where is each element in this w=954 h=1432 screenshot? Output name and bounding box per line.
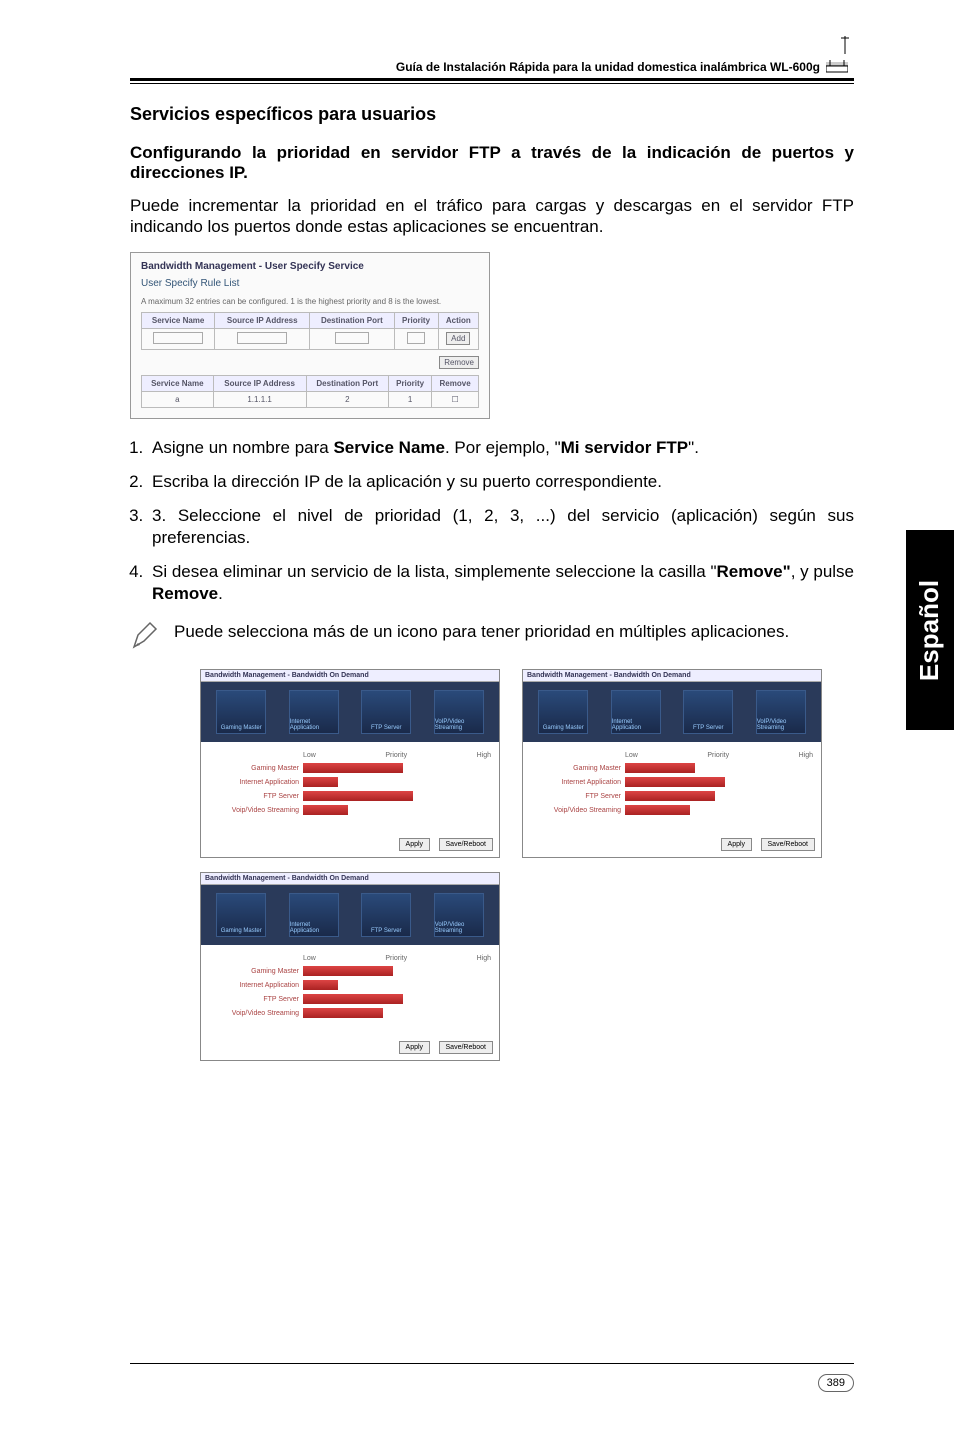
bar-voip bbox=[625, 805, 690, 815]
col2-priority: Priority bbox=[389, 375, 432, 391]
cell-port: 2 bbox=[306, 391, 389, 407]
rule-input-table: Service Name Source IP Address Destinati… bbox=[141, 312, 479, 350]
col-priority: Priority bbox=[394, 312, 438, 328]
header-rule bbox=[130, 78, 854, 84]
bar-ftp bbox=[625, 791, 715, 801]
thumb-bandwidth-1: Bandwidth Management - Bandwidth On Dema… bbox=[200, 669, 500, 858]
cell-ip: 1.1.1.1 bbox=[213, 391, 306, 407]
mod-internet[interactable]: Internet Application bbox=[289, 690, 339, 734]
mod-internet[interactable]: Internet Application bbox=[611, 690, 661, 734]
save-reboot-button[interactable]: Save/Reboot bbox=[439, 1041, 493, 1054]
col-source-ip: Source IP Address bbox=[215, 312, 310, 328]
input-service-name[interactable] bbox=[142, 328, 215, 349]
bar-gaming bbox=[625, 763, 695, 773]
col2-remove: Remove bbox=[432, 375, 479, 391]
save-reboot-button[interactable]: Save/Reboot bbox=[439, 838, 493, 851]
note-text: Puede selecciona más de un icono para te… bbox=[174, 621, 854, 643]
col2-service-name: Service Name bbox=[142, 375, 214, 391]
col2-source-ip: Source IP Address bbox=[213, 375, 306, 391]
col-dest-port: Destination Port bbox=[310, 312, 394, 328]
mod-gaming[interactable]: Gaming Master bbox=[216, 690, 266, 734]
step-4: Si desea eliminar un servicio de la list… bbox=[148, 561, 854, 605]
thumb-title: Bandwidth Management - Bandwidth On Dema… bbox=[201, 670, 499, 682]
bar-ftp bbox=[303, 994, 403, 1004]
cell-remove-checkbox[interactable]: ☐ bbox=[432, 391, 479, 407]
doc-header-title: Guía de Instalación Rápida para la unida… bbox=[396, 60, 820, 74]
mod-ftp[interactable]: FTP Server bbox=[361, 690, 411, 734]
add-button[interactable]: Add bbox=[438, 328, 478, 349]
figure-user-specify-service: Bandwidth Management - User Specify Serv… bbox=[130, 252, 490, 419]
cell-name: a bbox=[142, 391, 214, 407]
intro-paragraph: Puede incrementar la prioridad en el trá… bbox=[130, 195, 854, 238]
mod-voip[interactable]: VoIP/Video Streaming bbox=[434, 690, 484, 734]
mod-ftp[interactable]: FTP Server bbox=[683, 690, 733, 734]
apply-button[interactable]: Apply bbox=[399, 1041, 431, 1054]
cell-priority: 1 bbox=[389, 391, 432, 407]
col-action: Action bbox=[438, 312, 478, 328]
bar-ftp bbox=[303, 791, 413, 801]
thumb-bandwidth-3: Bandwidth Management - Bandwidth On Dema… bbox=[522, 669, 822, 858]
input-priority[interactable] bbox=[394, 328, 438, 349]
col-service-name: Service Name bbox=[142, 312, 215, 328]
mod-internet[interactable]: Internet Application bbox=[289, 893, 339, 937]
figure-title: Bandwidth Management - User Specify Serv… bbox=[141, 261, 479, 272]
router-icon bbox=[826, 60, 848, 74]
footer-rule bbox=[130, 1363, 854, 1364]
save-reboot-button[interactable]: Save/Reboot bbox=[761, 838, 815, 851]
page-number: 389 bbox=[818, 1374, 854, 1392]
mod-gaming[interactable]: Gaming Master bbox=[216, 893, 266, 937]
figure-subtitle: User Specify Rule List bbox=[141, 278, 479, 289]
apply-button[interactable]: Apply bbox=[721, 838, 753, 851]
figure-note: A maximum 32 entries can be configured. … bbox=[141, 297, 479, 306]
step-3: 3. Seleccione el nivel de prioridad (1, … bbox=[148, 505, 854, 549]
bar-voip bbox=[303, 805, 348, 815]
language-tab: Español bbox=[906, 530, 954, 730]
section-heading: Servicios específicos para usuarios bbox=[130, 104, 854, 125]
thumb-title: Bandwidth Management - Bandwidth On Dema… bbox=[523, 670, 821, 682]
step-1: Asigne un nombre para Service Name. Por … bbox=[148, 437, 854, 459]
col2-dest-port: Destination Port bbox=[306, 375, 389, 391]
step-2: Escriba la dirección IP de la aplicación… bbox=[148, 471, 854, 493]
bar-gaming bbox=[303, 966, 393, 976]
mod-gaming[interactable]: Gaming Master bbox=[538, 690, 588, 734]
bar-voip bbox=[303, 1008, 383, 1018]
rule-list-table: Service Name Source IP Address Destinati… bbox=[141, 375, 479, 408]
bar-internet bbox=[303, 980, 338, 990]
subsection-heading: Configurando la prioridad en servidor FT… bbox=[130, 143, 854, 183]
antenna-icon bbox=[838, 36, 852, 61]
instruction-list: Asigne un nombre para Service Name. Por … bbox=[148, 437, 854, 606]
mod-voip[interactable]: VoIP/Video Streaming bbox=[756, 690, 806, 734]
thumb-bandwidth-2: Bandwidth Management - Bandwidth On Dema… bbox=[200, 872, 500, 1061]
pencil-icon bbox=[130, 621, 160, 651]
apply-button[interactable]: Apply bbox=[399, 838, 431, 851]
remove-button[interactable]: Remove bbox=[439, 356, 479, 369]
bar-internet bbox=[625, 777, 725, 787]
bar-internet bbox=[303, 777, 338, 787]
bar-gaming bbox=[303, 763, 403, 773]
thumb-title: Bandwidth Management - Bandwidth On Dema… bbox=[201, 873, 499, 885]
input-dest-port[interactable] bbox=[310, 328, 394, 349]
mod-ftp[interactable]: FTP Server bbox=[361, 893, 411, 937]
input-source-ip[interactable] bbox=[215, 328, 310, 349]
mod-voip[interactable]: VoIP/Video Streaming bbox=[434, 893, 484, 937]
